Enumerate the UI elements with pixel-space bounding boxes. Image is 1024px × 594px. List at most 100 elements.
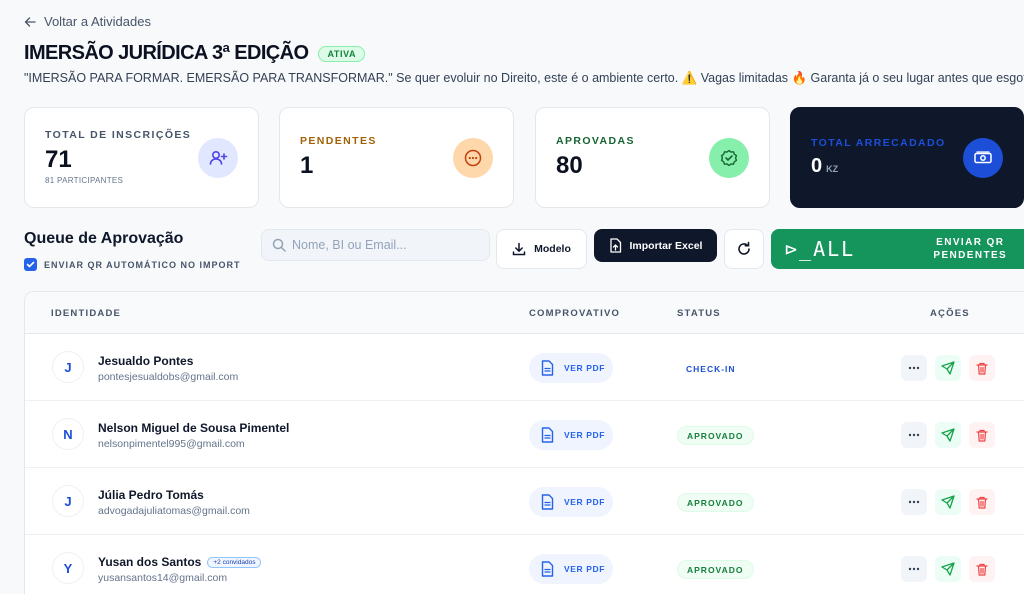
- participant-email: nelsonpimentel995@gmail.com: [98, 438, 245, 450]
- banknote-icon: [963, 138, 1003, 178]
- delete-button[interactable]: [969, 489, 995, 515]
- send-qr-button[interactable]: [935, 422, 961, 448]
- check-icon: [26, 261, 35, 268]
- auto-qr-option[interactable]: ENVIAR QR AUTOMÁTICO NO IMPORT: [24, 258, 241, 271]
- view-pdf-button[interactable]: VER PDF: [529, 487, 613, 517]
- download-template-label: Modelo: [534, 243, 571, 255]
- delete-button[interactable]: [969, 422, 995, 448]
- stat-value: 80: [556, 152, 583, 179]
- status-badge: ATIVA: [318, 45, 366, 62]
- back-link-label: Voltar a Atividades: [44, 14, 151, 29]
- send-qr-line2: PENDENTES: [933, 250, 1008, 261]
- stat-value: 71: [45, 146, 72, 173]
- view-pdf-label: VER PDF: [564, 430, 606, 440]
- delete-button[interactable]: [969, 556, 995, 582]
- stat-card-pending: PENDENTES 1: [279, 107, 514, 208]
- file-icon: [541, 494, 554, 510]
- more-actions-button[interactable]: [901, 556, 927, 582]
- status-badge: APROVADO: [677, 560, 754, 579]
- participant-name: Jesualdo Pontes: [98, 354, 193, 368]
- trash-icon: [976, 496, 988, 509]
- stat-value-wrap: 0 KZ: [811, 155, 838, 178]
- dots-circle-icon: [453, 138, 493, 178]
- refresh-button[interactable]: [724, 229, 764, 269]
- avatar: J: [52, 351, 84, 383]
- table-header: IDENTIDADE COMPROVATIVO STATUS AÇÕES: [25, 292, 1024, 334]
- import-excel-label: Importar Excel: [629, 239, 703, 252]
- table-row: N Nelson Miguel de Sousa Pimentel nelson…: [25, 401, 1024, 468]
- view-pdf-button[interactable]: VER PDF: [529, 554, 613, 584]
- send-qr-button[interactable]: [935, 355, 961, 381]
- back-link[interactable]: Voltar a Atividades: [24, 14, 151, 29]
- user-plus-icon: [198, 138, 238, 178]
- search-box[interactable]: [261, 229, 490, 261]
- delete-button[interactable]: [969, 355, 995, 381]
- arrow-left-icon: [24, 16, 36, 27]
- import-excel-button[interactable]: Importar Excel: [594, 229, 717, 262]
- avatar: N: [52, 418, 84, 450]
- download-template-button[interactable]: Modelo: [496, 229, 587, 269]
- search-icon: [272, 238, 286, 252]
- status-badge: APROVADO: [677, 493, 754, 512]
- table-row: Y Yusan dos Santos +2 convidados yusansa…: [25, 535, 1024, 594]
- participant-name-text: Yusan dos Santos: [98, 555, 202, 569]
- more-actions-button[interactable]: [901, 355, 927, 381]
- more-actions-button[interactable]: [901, 489, 927, 515]
- participant-email: yusansantos14@gmail.com: [98, 572, 228, 584]
- view-pdf-button[interactable]: VER PDF: [529, 353, 613, 383]
- download-icon: [512, 242, 526, 256]
- file-icon: [541, 427, 554, 443]
- trash-icon: [976, 563, 988, 576]
- header-identity: IDENTIDADE: [51, 308, 122, 319]
- stat-sub: 81 PARTICIPANTES: [45, 176, 124, 185]
- view-pdf-label: VER PDF: [564, 497, 606, 507]
- search-input[interactable]: [292, 238, 482, 252]
- avatar: Y: [52, 552, 84, 584]
- send-qr-label: ENVIAR QR PENDENTES: [917, 236, 1024, 262]
- page-title: IMERSÃO JURÍDICA 3ª EDIÇÃO: [24, 42, 309, 64]
- participant-name: Nelson Miguel de Sousa Pimentel: [98, 421, 289, 435]
- more-horizontal-icon: [908, 500, 920, 504]
- send-qr-pending-button[interactable]: ⊳_ALL ENVIAR QR PENDENTES: [771, 229, 1024, 269]
- event-description: "IMERSÃO PARA FORMAR. EMERSÃO PARA TRANS…: [24, 71, 1024, 85]
- stat-card-total: TOTAL DE INSCRIÇÕES 71 81 PARTICIPANTES: [24, 107, 259, 208]
- send-qr-button[interactable]: [935, 556, 961, 582]
- send-icon: [941, 495, 955, 509]
- view-pdf-label: VER PDF: [564, 564, 606, 574]
- header-receipt: COMPROVATIVO: [529, 308, 621, 319]
- file-upload-icon: [609, 238, 621, 253]
- refresh-icon: [738, 241, 750, 255]
- view-pdf-label: VER PDF: [564, 363, 606, 373]
- send-icon: [941, 562, 955, 576]
- stat-card-revenue: TOTAL ARRECADADO 0 KZ: [790, 107, 1024, 208]
- send-qr-button[interactable]: [935, 489, 961, 515]
- more-actions-button[interactable]: [901, 422, 927, 448]
- stat-label: TOTAL ARRECADADO: [811, 137, 946, 149]
- auto-qr-checkbox[interactable]: [24, 258, 37, 271]
- table-row: J Júlia Pedro Tomás advogadajuliatomas@g…: [25, 468, 1024, 535]
- participant-email: pontesjesualdobs@gmail.com: [98, 371, 239, 383]
- currency-label: KZ: [826, 164, 839, 174]
- participant-name-text: Júlia Pedro Tomás: [98, 488, 204, 502]
- auto-qr-label: ENVIAR QR AUTOMÁTICO NO IMPORT: [44, 259, 241, 270]
- send-icon: [941, 428, 955, 442]
- stat-value: 0: [811, 155, 823, 177]
- participant-name-text: Jesualdo Pontes: [98, 354, 194, 368]
- participant-name-text: Nelson Miguel de Sousa Pimentel: [98, 421, 290, 435]
- stat-value: 1: [300, 152, 314, 179]
- stat-label: TOTAL DE INSCRIÇÕES: [45, 129, 192, 141]
- stat-label: PENDENTES: [300, 135, 377, 147]
- stat-label: APROVADAS: [556, 135, 635, 147]
- approval-table: IDENTIDADE COMPROVATIVO STATUS AÇÕES J J…: [24, 291, 1024, 594]
- send-icon: [941, 361, 955, 375]
- badge-check-icon: [709, 138, 749, 178]
- more-horizontal-icon: [908, 366, 920, 370]
- file-icon: [541, 561, 554, 577]
- more-horizontal-icon: [908, 567, 920, 571]
- avatar: J: [52, 485, 84, 517]
- status-badge: CHECK-IN: [686, 363, 736, 374]
- view-pdf-button[interactable]: VER PDF: [529, 420, 613, 450]
- status-badge: APROVADO: [677, 426, 754, 445]
- header-status: STATUS: [677, 308, 721, 319]
- trash-icon: [976, 362, 988, 375]
